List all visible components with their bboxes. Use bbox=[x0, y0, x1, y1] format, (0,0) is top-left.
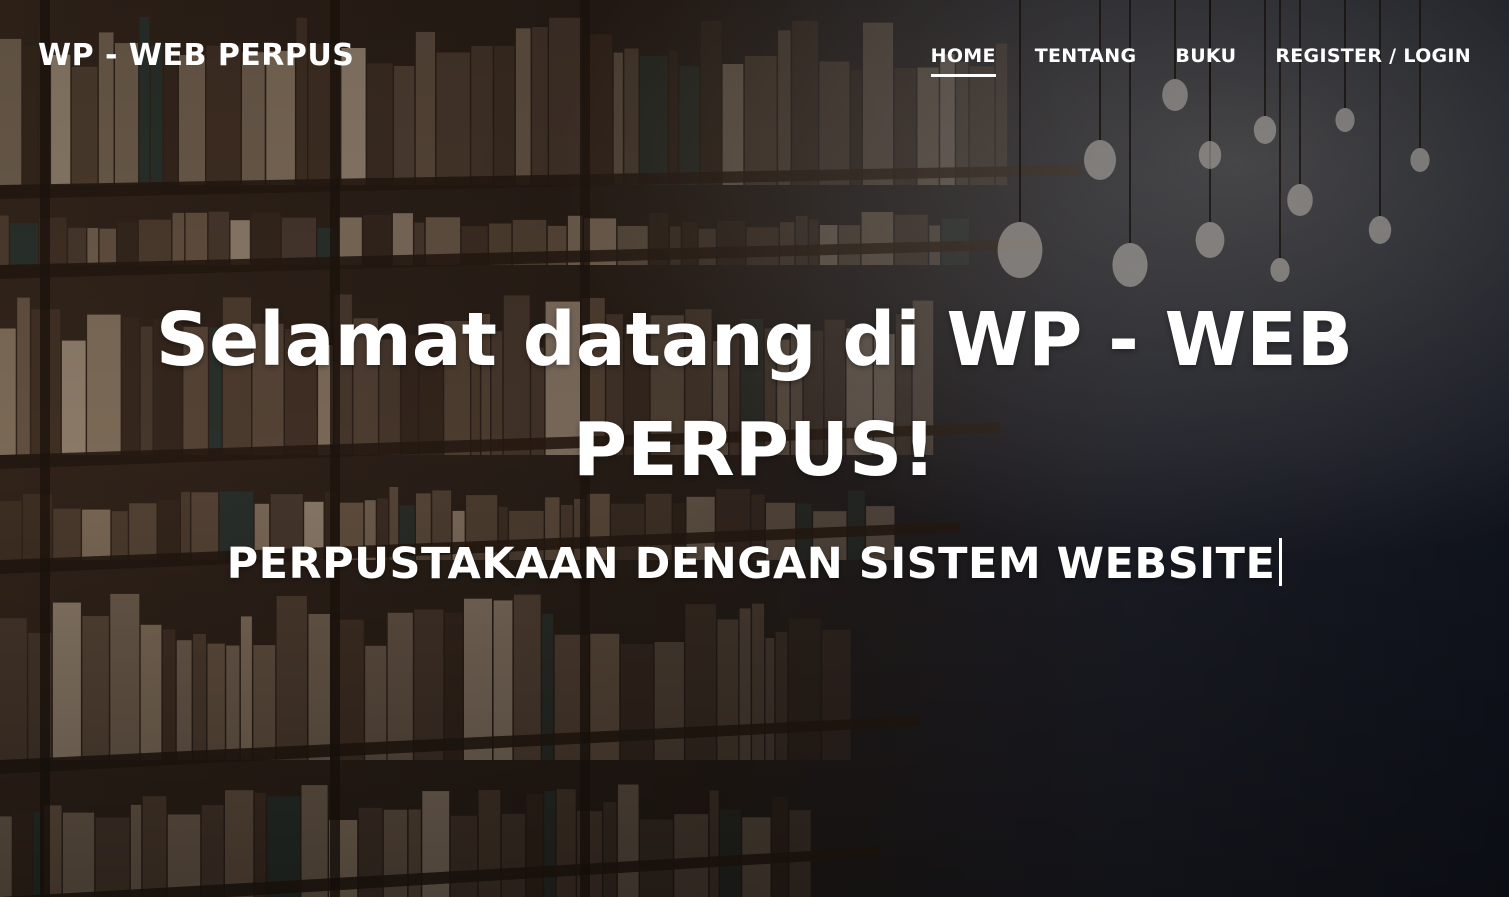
hero-title: Selamat datang di WP - WEB PERPUS! bbox=[155, 297, 1354, 493]
hero-section: WP - WEB PERPUS HOME TENTANG BUKU REGIST… bbox=[0, 0, 1509, 897]
nav-item-tentang[interactable]: TENTANG bbox=[1035, 45, 1137, 77]
navbar: WP - WEB PERPUS HOME TENTANG BUKU REGIST… bbox=[0, 0, 1509, 115]
nav-item-register-login[interactable]: REGISTER / LOGIN bbox=[1275, 45, 1471, 77]
typing-cursor-icon bbox=[1279, 538, 1283, 586]
hero-subtitle-text: PERPUSTAKAAN DENGAN SISTEM WEBSITE bbox=[226, 539, 1276, 589]
hero-subtitle: PERPUSTAKAAN DENGAN SISTEM WEBSITE bbox=[0, 538, 1509, 589]
brand-logo-text[interactable]: WP - WEB PERPUS bbox=[38, 38, 354, 73]
nav-item-home[interactable]: HOME bbox=[930, 45, 996, 77]
nav-menu: HOME TENTANG BUKU REGISTER / LOGIN bbox=[930, 45, 1471, 77]
nav-item-buku[interactable]: BUKU bbox=[1175, 45, 1236, 77]
